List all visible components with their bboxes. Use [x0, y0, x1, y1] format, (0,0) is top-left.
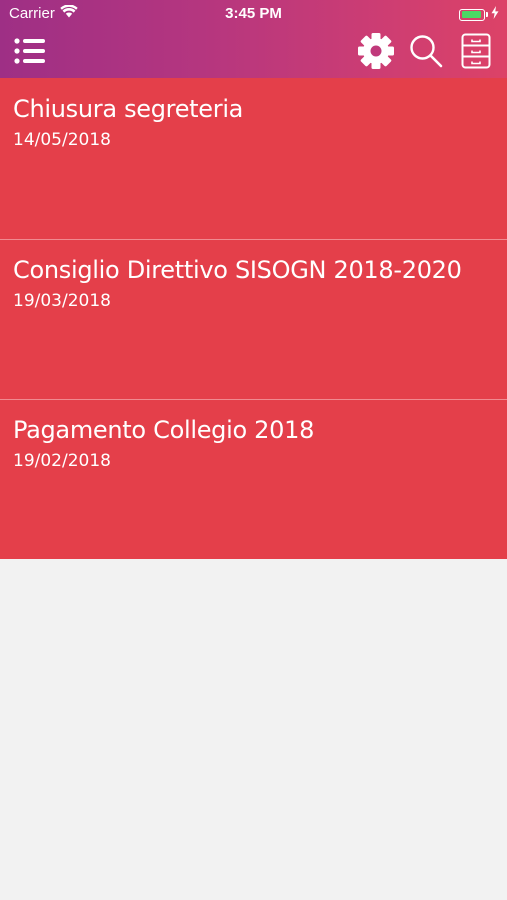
battery-cap [486, 12, 488, 17]
news-item[interactable]: Consiglio Direttivo SISOGN 2018-2020 19/… [0, 239, 507, 399]
battery-group [459, 6, 499, 23]
battery-charging-icon [459, 8, 485, 21]
list-menu-icon [14, 37, 46, 69]
settings-button[interactable] [355, 32, 397, 75]
archive-button[interactable] [456, 33, 496, 73]
news-title: Pagamento Collegio 2018 [13, 416, 315, 444]
news-title: Chiusura segreteria [13, 95, 244, 123]
news-date: 19/03/2018 [13, 291, 111, 311]
search-button[interactable] [407, 34, 445, 72]
gear-icon [357, 32, 395, 75]
news-item[interactable]: Chiusura segreteria 14/05/2018 [0, 78, 507, 239]
news-date: 19/02/2018 [13, 451, 111, 471]
news-item[interactable]: Pagamento Collegio 2018 19/02/2018 [0, 399, 507, 559]
battery-level [461, 11, 481, 18]
news-title: Consiglio Direttivo SISOGN 2018-2020 [13, 256, 462, 284]
status-bar: Carrier 3:45 PM [0, 0, 507, 28]
news-list: Chiusura segreteria 14/05/2018 Consiglio… [0, 78, 507, 559]
search-icon [409, 34, 443, 73]
status-time: 3:45 PM [225, 5, 282, 22]
news-date: 14/05/2018 [13, 130, 111, 150]
file-cabinet-icon [461, 33, 491, 74]
charging-bolt-icon [491, 6, 499, 23]
app-header: Carrier 3:45 PM [0, 0, 507, 78]
menu-button[interactable] [10, 36, 50, 70]
